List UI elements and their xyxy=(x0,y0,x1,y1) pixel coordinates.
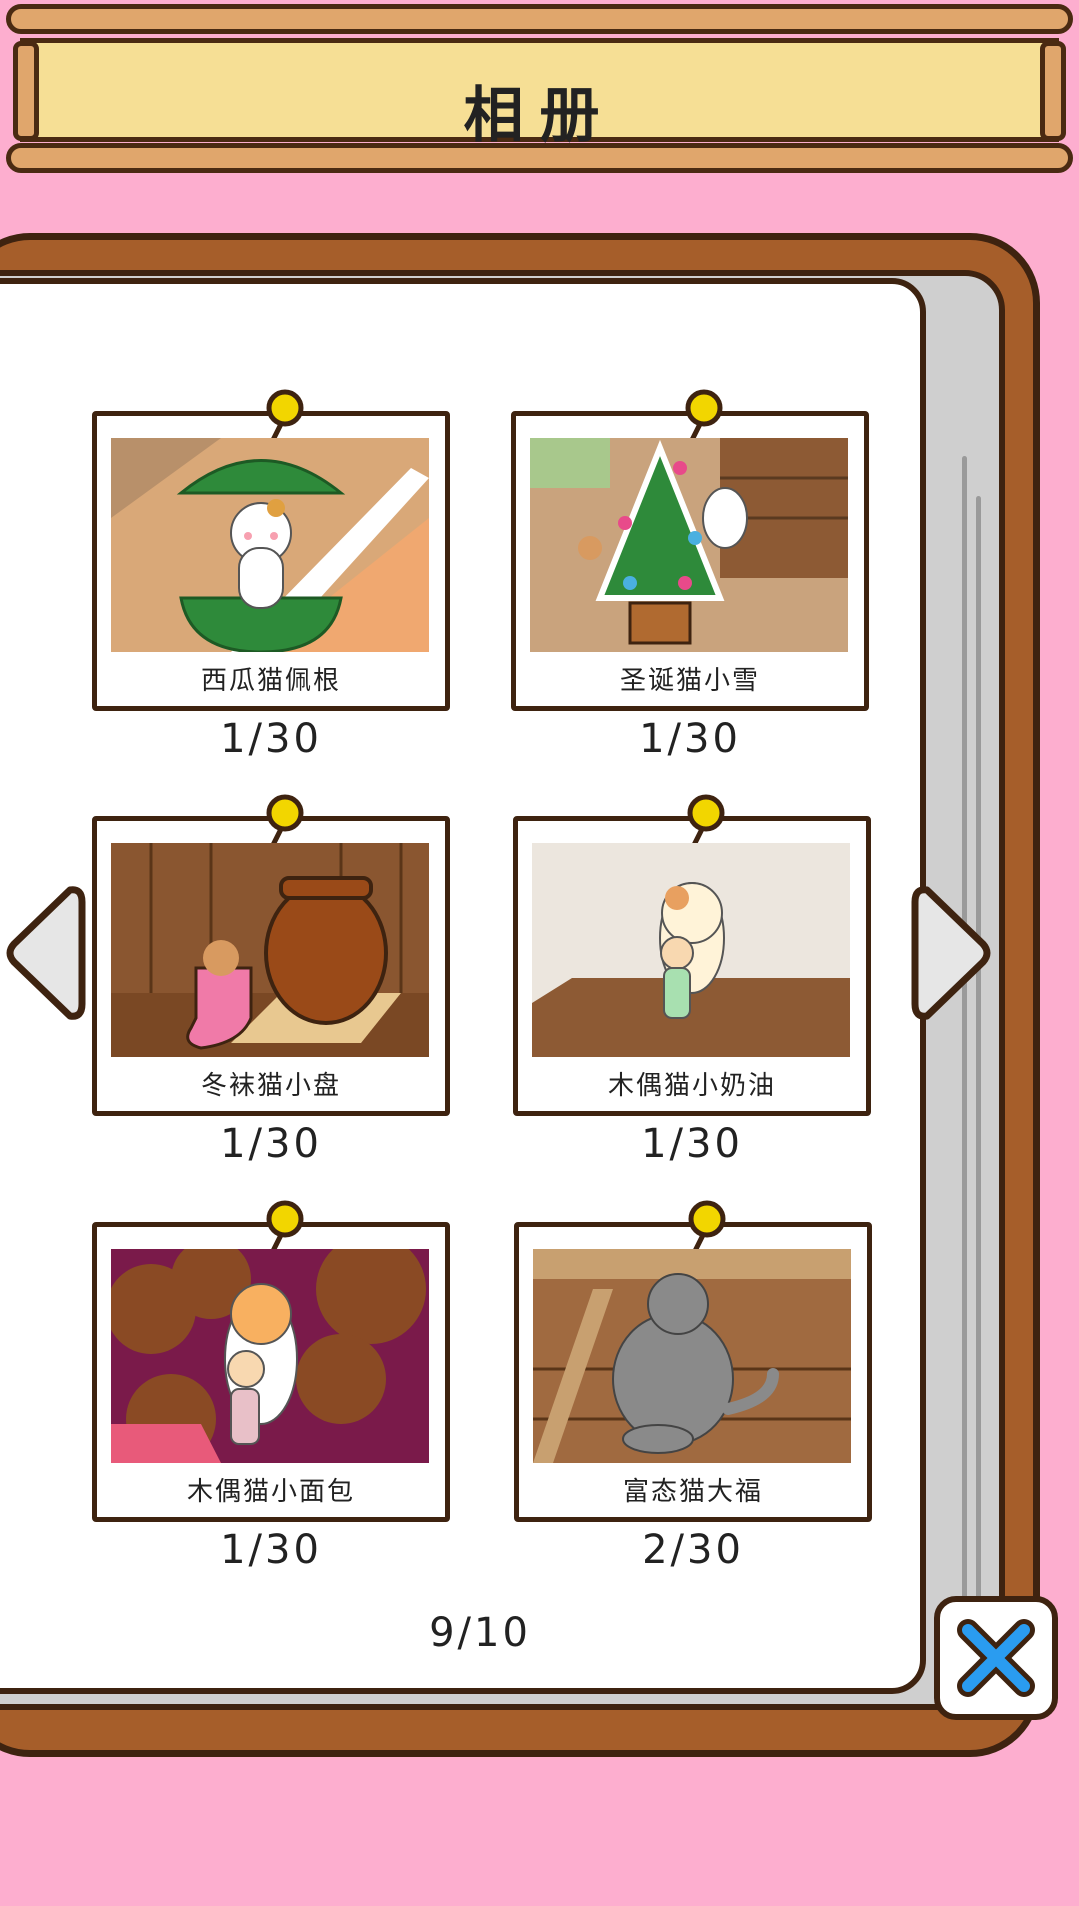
photo-christmas-cat xyxy=(530,438,848,652)
cat-name: 圣诞猫小雪 xyxy=(619,666,760,696)
photo-card[interactable]: 圣诞猫小雪 xyxy=(511,389,869,711)
photo-count: 1/30 xyxy=(220,1527,322,1573)
photo-watermelon-cat xyxy=(111,438,429,652)
page-title: 相册 xyxy=(463,81,616,151)
cat-name: 西瓜猫佩根 xyxy=(200,666,341,696)
photo-count: 1/30 xyxy=(220,1121,322,1167)
photo-count: 2/30 xyxy=(642,1527,744,1573)
cat-name: 富态猫大福 xyxy=(622,1477,763,1507)
title-banner: 相册 xyxy=(13,38,1066,151)
photo-card[interactable]: 木偶猫小面包 xyxy=(92,1200,450,1522)
cat-name: 木偶猫小奶油 xyxy=(607,1071,776,1101)
photo-card[interactable]: 冬袜猫小盘 xyxy=(92,794,450,1116)
photo-card[interactable]: 西瓜猫佩根 xyxy=(92,389,450,711)
banner-top-rod xyxy=(6,4,1073,34)
photo-chubby-cat xyxy=(533,1249,851,1463)
photo-card[interactable]: 富态猫大福 xyxy=(514,1200,872,1522)
photo-card[interactable]: 木偶猫小奶油 xyxy=(513,794,871,1116)
close-button[interactable] xyxy=(934,1596,1058,1720)
prev-page-button[interactable] xyxy=(0,878,90,1028)
photo-puppet-bread-cat xyxy=(111,1249,429,1463)
photo-puppet-cream-cat xyxy=(532,843,850,1057)
photo-count: 1/30 xyxy=(220,716,322,762)
page-indicator: 9/10 xyxy=(429,1610,531,1656)
photo-sock-cat xyxy=(111,843,429,1057)
photo-count: 1/30 xyxy=(641,1121,743,1167)
close-x-icon xyxy=(957,1619,1035,1697)
next-page-button[interactable] xyxy=(907,878,997,1028)
right-triangle-icon xyxy=(911,886,991,1020)
banner-bottom-rod xyxy=(6,143,1073,173)
left-triangle-icon xyxy=(6,886,86,1020)
cat-name: 木偶猫小面包 xyxy=(186,1477,355,1507)
cat-name: 冬袜猫小盘 xyxy=(200,1071,341,1101)
photo-count: 1/30 xyxy=(639,716,741,762)
